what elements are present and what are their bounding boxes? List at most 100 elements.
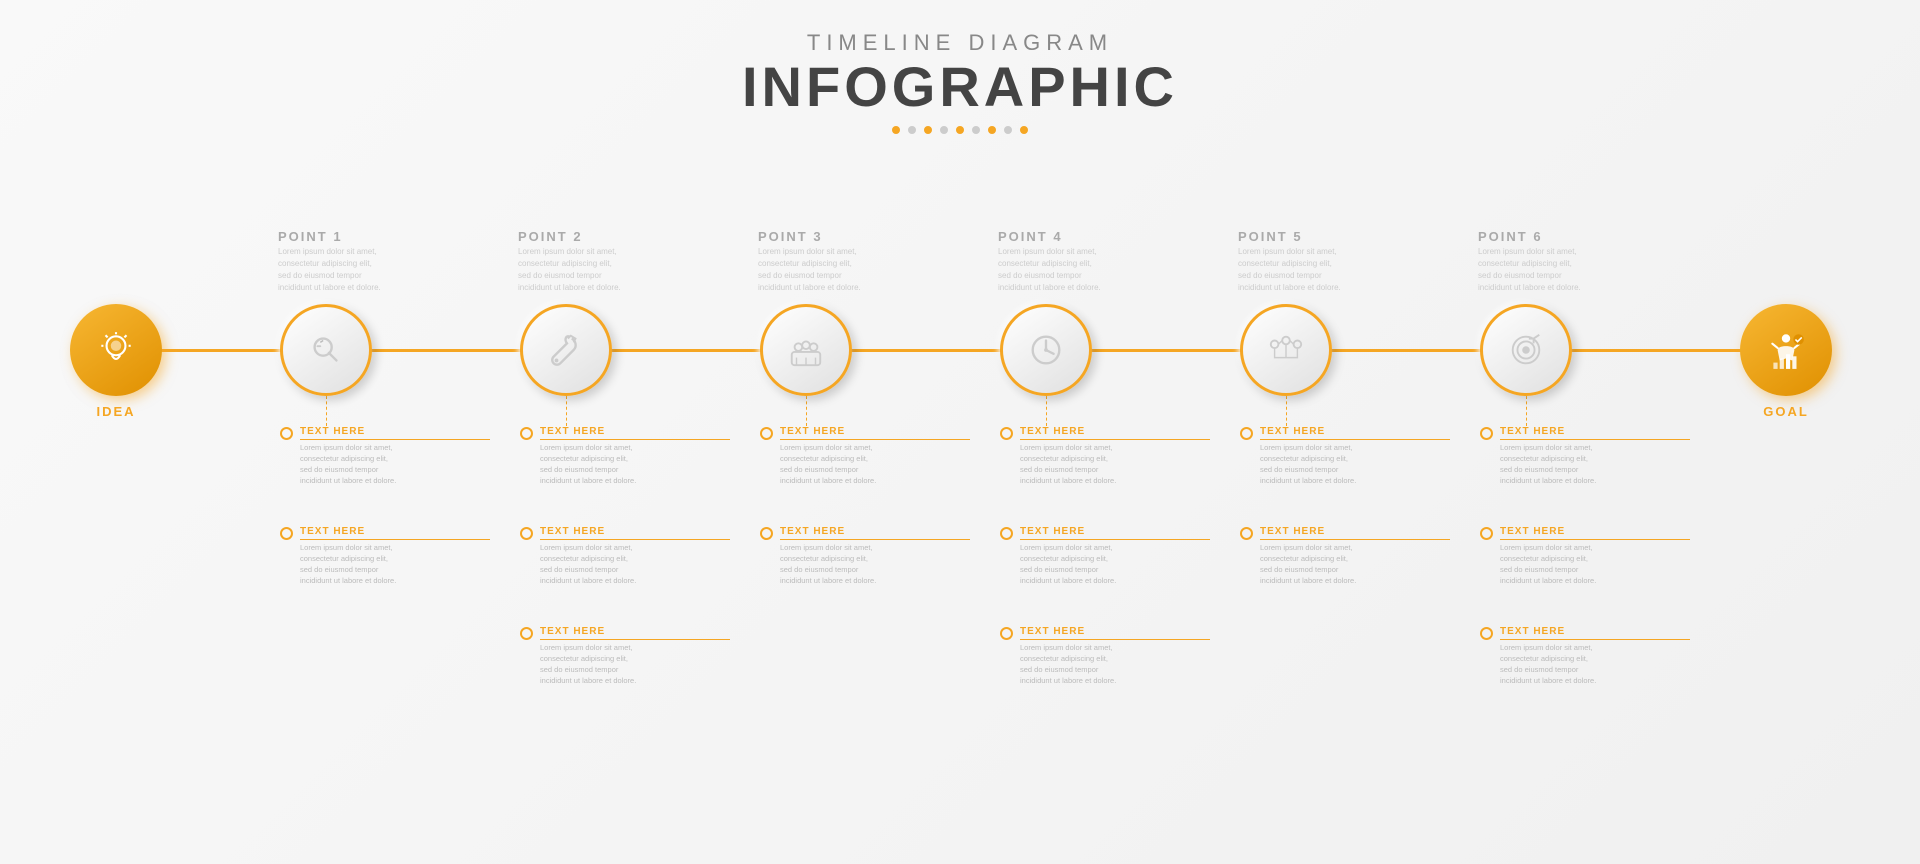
node-2 xyxy=(520,304,612,396)
node-1-circle xyxy=(280,304,372,396)
node-6 xyxy=(1480,304,1572,396)
ti-content-2-1: TEXT HERE Lorem ipsum dolor sit amet,con… xyxy=(540,426,730,487)
node-6-circle xyxy=(1480,304,1572,396)
text-item-5-2: TEXT HERE Lorem ipsum dolor sit amet,con… xyxy=(1240,526,1450,587)
ti-dot-4-2 xyxy=(1000,527,1013,540)
text-item-6-3: TEXT HERE Lorem ipsum dolor sit amet,con… xyxy=(1480,626,1690,687)
ti-title-4-3: TEXT HERE xyxy=(1020,626,1210,640)
vdash-5 xyxy=(1286,396,1287,426)
node-1 xyxy=(280,304,372,396)
goal-label: GOAL xyxy=(1763,404,1809,419)
ti-dot-2-2 xyxy=(520,527,533,540)
ti-content-5-2: TEXT HERE Lorem ipsum dolor sit amet,con… xyxy=(1260,526,1450,587)
infographic: POINT 1 Lorem ipsum dolor sit amet,conse… xyxy=(60,144,1860,864)
node-4 xyxy=(1000,304,1092,396)
node-3-circle xyxy=(760,304,852,396)
node-goal: GOAL xyxy=(1740,304,1832,419)
point-4-title: POINT 4 xyxy=(998,229,1101,244)
search-icon xyxy=(307,331,345,369)
dot-9 xyxy=(1020,126,1028,134)
goal-icon xyxy=(1765,329,1807,371)
vdash-3 xyxy=(806,396,807,426)
wrench-icon xyxy=(547,331,585,369)
point-1-label: POINT 1 Lorem ipsum dolor sit amet,conse… xyxy=(278,229,381,294)
ti-dot-4-1 xyxy=(1000,427,1013,440)
text-item-2-2: TEXT HERE Lorem ipsum dolor sit amet,con… xyxy=(520,526,730,587)
point-3-label: POINT 3 Lorem ipsum dolor sit amet,conse… xyxy=(758,229,861,294)
vdash-1 xyxy=(326,396,327,426)
text-item-6-2: TEXT HERE Lorem ipsum dolor sit amet,con… xyxy=(1480,526,1690,587)
ti-body-5-2: Lorem ipsum dolor sit amet,consectetur a… xyxy=(1260,542,1450,587)
clock-icon xyxy=(1027,331,1065,369)
text-item-4-2: TEXT HERE Lorem ipsum dolor sit amet,con… xyxy=(1000,526,1210,587)
ti-body-5-1: Lorem ipsum dolor sit amet,consectetur a… xyxy=(1260,442,1450,487)
ti-body-6-3: Lorem ipsum dolor sit amet,consectetur a… xyxy=(1500,642,1690,687)
point-6-label: POINT 6 Lorem ipsum dolor sit amet,conse… xyxy=(1478,229,1581,294)
vdash-4 xyxy=(1046,396,1047,426)
ti-title-6-1: TEXT HERE xyxy=(1500,426,1690,440)
ti-content-5-1: TEXT HERE Lorem ipsum dolor sit amet,con… xyxy=(1260,426,1450,487)
ti-body-1-1: Lorem ipsum dolor sit amet,consectetur a… xyxy=(300,442,490,487)
point-5-label: POINT 5 Lorem ipsum dolor sit amet,conse… xyxy=(1238,229,1341,294)
ti-body-6-2: Lorem ipsum dolor sit amet,consectetur a… xyxy=(1500,542,1690,587)
ti-body-4-3: Lorem ipsum dolor sit amet,consectetur a… xyxy=(1020,642,1210,687)
point-2-desc: Lorem ipsum dolor sit amet,consectetur a… xyxy=(518,246,621,294)
ti-title-2-1: TEXT HERE xyxy=(540,426,730,440)
ti-content-3-1: TEXT HERE Lorem ipsum dolor sit amet,con… xyxy=(780,426,970,487)
node-5 xyxy=(1240,304,1332,396)
ti-title-2-2: TEXT HERE xyxy=(540,526,730,540)
node-idea: IDEA xyxy=(70,304,162,419)
text-item-2-3: TEXT HERE Lorem ipsum dolor sit amet,con… xyxy=(520,626,730,687)
point-5-desc: Lorem ipsum dolor sit amet,consectetur a… xyxy=(1238,246,1341,294)
point-5-title: POINT 5 xyxy=(1238,229,1341,244)
ti-dot-2-1 xyxy=(520,427,533,440)
point-6-title: POINT 6 xyxy=(1478,229,1581,244)
ti-content-4-3: TEXT HERE Lorem ipsum dolor sit amet,con… xyxy=(1020,626,1210,687)
idea-circle xyxy=(70,304,162,396)
ti-body-2-2: Lorem ipsum dolor sit amet,consectetur a… xyxy=(540,542,730,587)
ti-body-4-2: Lorem ipsum dolor sit amet,consectetur a… xyxy=(1020,542,1210,587)
ti-title-1-2: TEXT HERE xyxy=(300,526,490,540)
dot-7 xyxy=(988,126,996,134)
ti-dot-2-3 xyxy=(520,627,533,640)
ti-title-5-1: TEXT HERE xyxy=(1260,426,1450,440)
dot-3 xyxy=(924,126,932,134)
point-4-desc: Lorem ipsum dolor sit amet,consectetur a… xyxy=(998,246,1101,294)
ti-dot-6-2 xyxy=(1480,527,1493,540)
point-6-desc: Lorem ipsum dolor sit amet,consectetur a… xyxy=(1478,246,1581,294)
ti-content-1-2: TEXT HERE Lorem ipsum dolor sit amet,con… xyxy=(300,526,490,587)
vdash-6 xyxy=(1526,396,1527,426)
ti-content-6-2: TEXT HERE Lorem ipsum dolor sit amet,con… xyxy=(1500,526,1690,587)
header-subtitle: Timeline Diagram xyxy=(742,30,1178,56)
ti-content-2-2: TEXT HERE Lorem ipsum dolor sit amet,con… xyxy=(540,526,730,587)
ti-dot-1-2 xyxy=(280,527,293,540)
dot-2 xyxy=(908,126,916,134)
ti-content-4-1: TEXT HERE Lorem ipsum dolor sit amet,con… xyxy=(1020,426,1210,487)
text-item-2-1: TEXT HERE Lorem ipsum dolor sit amet,con… xyxy=(520,426,730,487)
header-dots xyxy=(742,126,1178,134)
text-item-1-2: TEXT HERE Lorem ipsum dolor sit amet,con… xyxy=(280,526,490,587)
target-icon xyxy=(1507,331,1545,369)
node-4-circle xyxy=(1000,304,1092,396)
idea-label: IDEA xyxy=(96,404,135,419)
page-wrapper: Timeline Diagram INFOGRAPHIC POINT 1 Lor… xyxy=(0,0,1920,864)
ti-content-4-2: TEXT HERE Lorem ipsum dolor sit amet,con… xyxy=(1020,526,1210,587)
ti-body-3-1: Lorem ipsum dolor sit amet,consectetur a… xyxy=(780,442,970,487)
point-3-title: POINT 3 xyxy=(758,229,861,244)
text-item-4-3: TEXT HERE Lorem ipsum dolor sit amet,con… xyxy=(1000,626,1210,687)
point-2-label: POINT 2 Lorem ipsum dolor sit amet,conse… xyxy=(518,229,621,294)
text-item-4-1: TEXT HERE Lorem ipsum dolor sit amet,con… xyxy=(1000,426,1210,487)
dot-8 xyxy=(1004,126,1012,134)
ti-body-2-1: Lorem ipsum dolor sit amet,consectetur a… xyxy=(540,442,730,487)
header-title: INFOGRAPHIC xyxy=(742,56,1178,118)
point-1-title: POINT 1 xyxy=(278,229,381,244)
ti-content-6-3: TEXT HERE Lorem ipsum dolor sit amet,con… xyxy=(1500,626,1690,687)
team-icon xyxy=(787,331,825,369)
ti-dot-6-1 xyxy=(1480,427,1493,440)
text-item-1-1: TEXT HERE Lorem ipsum dolor sit amet,con… xyxy=(280,426,490,487)
point-2-title: POINT 2 xyxy=(518,229,621,244)
ti-dot-5-2 xyxy=(1240,527,1253,540)
ti-content-6-1: TEXT HERE Lorem ipsum dolor sit amet,con… xyxy=(1500,426,1690,487)
dot-4 xyxy=(940,126,948,134)
node-2-circle xyxy=(520,304,612,396)
